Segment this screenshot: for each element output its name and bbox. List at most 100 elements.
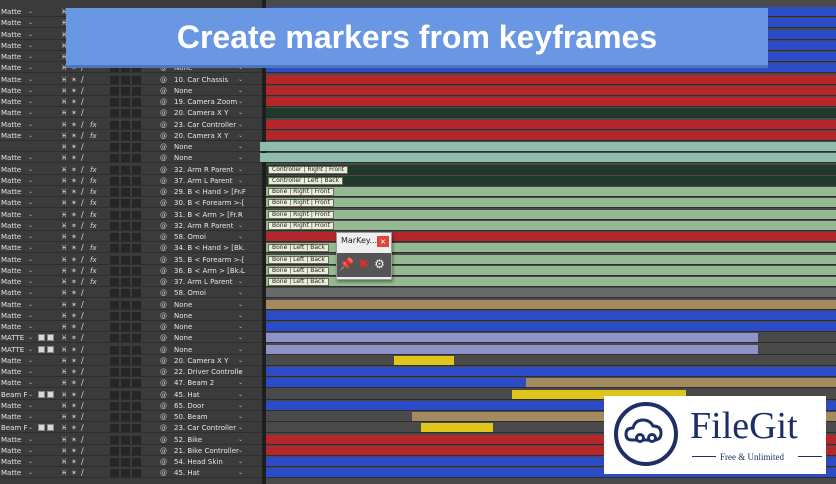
quality-icon[interactable]: ∕	[81, 468, 84, 478]
motion-blur-switch[interactable]	[110, 379, 119, 388]
shy-icon[interactable]: ♓	[61, 120, 67, 130]
3d-layer-switch[interactable]	[132, 401, 141, 410]
pick-whip-icon[interactable]: @	[160, 412, 167, 422]
3d-layer-switch[interactable]	[132, 446, 141, 455]
3d-layer-switch[interactable]	[132, 435, 141, 444]
collapse-icon[interactable]: ✶	[71, 401, 77, 411]
layer-row[interactable]: Beam F ⌄ ♓ ✶ ∕ @45. Hat ⌄	[0, 390, 262, 400]
parent-select[interactable]: 20. Camera X Y	[171, 109, 246, 117]
adjustment-switch[interactable]	[121, 86, 130, 95]
fx-icon[interactable]: fx	[90, 187, 97, 197]
adjustment-switch[interactable]	[121, 109, 130, 118]
collapse-icon[interactable]: ✶	[71, 277, 77, 287]
shy-icon[interactable]: ♓	[61, 401, 67, 411]
shy-icon[interactable]: ♓	[61, 367, 67, 377]
shy-icon[interactable]: ♓	[61, 311, 67, 321]
layer-row[interactable]: Matte⌄♓✶∕@None⌄	[0, 322, 262, 332]
motion-blur-switch[interactable]	[110, 210, 119, 219]
motion-blur-switch[interactable]	[110, 75, 119, 84]
3d-layer-switch[interactable]	[132, 176, 141, 185]
pick-whip-icon[interactable]: @	[160, 243, 167, 253]
fx-icon[interactable]: fx	[90, 266, 97, 276]
track-matte-icon[interactable]	[38, 424, 45, 432]
collapse-icon[interactable]: ✶	[71, 165, 77, 175]
pick-whip-icon[interactable]: @	[160, 221, 167, 231]
adjustment-switch[interactable]	[121, 424, 130, 433]
motion-blur-switch[interactable]	[110, 424, 119, 433]
quality-icon[interactable]: ∕	[81, 198, 84, 208]
parent-select[interactable]: 34. B < Hand > [Bk.	[171, 244, 246, 252]
layer-duration-bar[interactable]	[526, 378, 836, 388]
pick-whip-icon[interactable]: @	[160, 435, 167, 445]
layer-row[interactable]: Matte ⌄ ♓ ✶ ∕ fx @30. B < Forearm > [⌄	[0, 198, 262, 209]
collapse-icon[interactable]: ✶	[71, 300, 77, 310]
adjustment-switch[interactable]	[121, 199, 130, 208]
shy-icon[interactable]: ♓	[61, 378, 67, 388]
parent-select[interactable]: None	[171, 143, 246, 151]
collapse-icon[interactable]: ✶	[71, 345, 77, 355]
parent-select[interactable]: 36. B < Arm > [Bk.L	[171, 267, 246, 275]
motion-blur-switch[interactable]	[110, 323, 119, 331]
3d-layer-switch[interactable]	[132, 458, 141, 466]
quality-icon[interactable]: ∕	[81, 120, 84, 130]
timeline-layer-bar[interactable]	[266, 97, 836, 107]
adjustment-switch[interactable]	[121, 143, 130, 151]
motion-blur-switch[interactable]	[110, 435, 119, 444]
collapse-icon[interactable]: ✶	[71, 356, 77, 366]
quality-icon[interactable]: ∕	[81, 277, 84, 287]
layer-row[interactable]: Matte⌄♓✶∕@None⌄	[0, 311, 262, 321]
motion-blur-switch[interactable]	[110, 199, 119, 208]
layer-marker[interactable]: Controller | Left | Back	[268, 176, 344, 185]
parent-select[interactable]: 45. Hat	[171, 469, 246, 477]
timeline-layer-bar[interactable]	[266, 130, 836, 141]
collapse-icon[interactable]: ✶	[71, 322, 77, 332]
layer-row[interactable]: Matte ⌄ ♓ ✶ ∕ @47. Beam 2 ⌄	[0, 378, 262, 389]
collapse-icon[interactable]: ✶	[71, 468, 77, 478]
motion-blur-switch[interactable]	[110, 401, 119, 410]
3d-layer-switch[interactable]	[132, 210, 141, 219]
layer-row[interactable]: Matte ⌄ ♓ ✶ ∕ @45. Hat ⌄	[0, 468, 262, 479]
layer-row[interactable]: MATTE ⌄ ♓ ✶ ∕ @ None ⌄	[0, 345, 262, 355]
3d-layer-switch[interactable]	[132, 266, 141, 275]
timeline-layer-bar[interactable]	[266, 322, 836, 332]
pick-whip-icon[interactable]: @	[160, 176, 167, 186]
layer-duration-bar[interactable]	[758, 333, 836, 343]
layer-row[interactable]: Matte ⌄ ♓ ✶ ∕ fx @36. B < Arm > [Bk.L ⌄	[0, 266, 262, 276]
3d-layer-switch[interactable]	[132, 244, 141, 253]
3d-layer-switch[interactable]	[132, 311, 141, 320]
3d-layer-switch[interactable]	[132, 86, 141, 95]
adjustment-switch[interactable]	[121, 390, 130, 399]
timeline-layer-bar[interactable]	[266, 378, 836, 389]
3d-layer-switch[interactable]	[132, 255, 141, 264]
collapse-icon[interactable]: ✶	[71, 412, 77, 422]
pick-whip-icon[interactable]: @	[160, 120, 167, 130]
3d-layer-switch[interactable]	[132, 188, 141, 196]
motion-blur-switch[interactable]	[110, 345, 119, 354]
quality-icon[interactable]: ∕	[81, 232, 84, 242]
layer-row[interactable]: Beam F ⌄ ♓ ✶ ∕ @23. Car Controller ⌄	[0, 423, 262, 434]
shy-icon[interactable]: ♓	[61, 221, 67, 231]
parent-select[interactable]: 23. Car Controller	[171, 121, 246, 129]
layer-duration-bar[interactable]	[266, 367, 836, 376]
pick-whip-icon[interactable]: @	[160, 345, 167, 355]
layer-row[interactable]: Matte ⌄ ♓ ✶ ∕ fx @34. B < Hand > [Bk. ⌄	[0, 243, 262, 254]
3d-layer-switch[interactable]	[132, 356, 141, 365]
parent-select[interactable]: 20. Camera X Y	[171, 357, 246, 365]
layer-duration-bar[interactable]	[266, 130, 836, 140]
3d-layer-switch[interactable]	[132, 345, 141, 354]
collapse-icon[interactable]: ✶	[71, 446, 77, 456]
timeline-layer-bar[interactable]	[266, 333, 836, 344]
settings-button[interactable]: ⚙	[372, 256, 387, 273]
timeline-layer-bar[interactable]: Controller | Right | Front	[266, 164, 836, 175]
layer-row[interactable]: Matte ⌄ ♓ ✶ ∕ fx @20. Camera X Y ⌄	[0, 131, 262, 141]
3d-layer-switch[interactable]	[132, 109, 141, 118]
layer-duration-bar[interactable]	[266, 355, 836, 365]
pick-whip-icon[interactable]: @	[160, 75, 167, 85]
layer-duration-bar[interactable]	[266, 310, 836, 320]
adjustment-switch[interactable]	[121, 345, 130, 354]
collapse-icon[interactable]: ✶	[71, 75, 77, 85]
collapse-icon[interactable]: ✶	[71, 86, 77, 96]
collapse-icon[interactable]: ✶	[71, 198, 77, 208]
motion-blur-switch[interactable]	[110, 311, 119, 320]
parent-select[interactable]: 58. Omoi	[171, 289, 246, 297]
